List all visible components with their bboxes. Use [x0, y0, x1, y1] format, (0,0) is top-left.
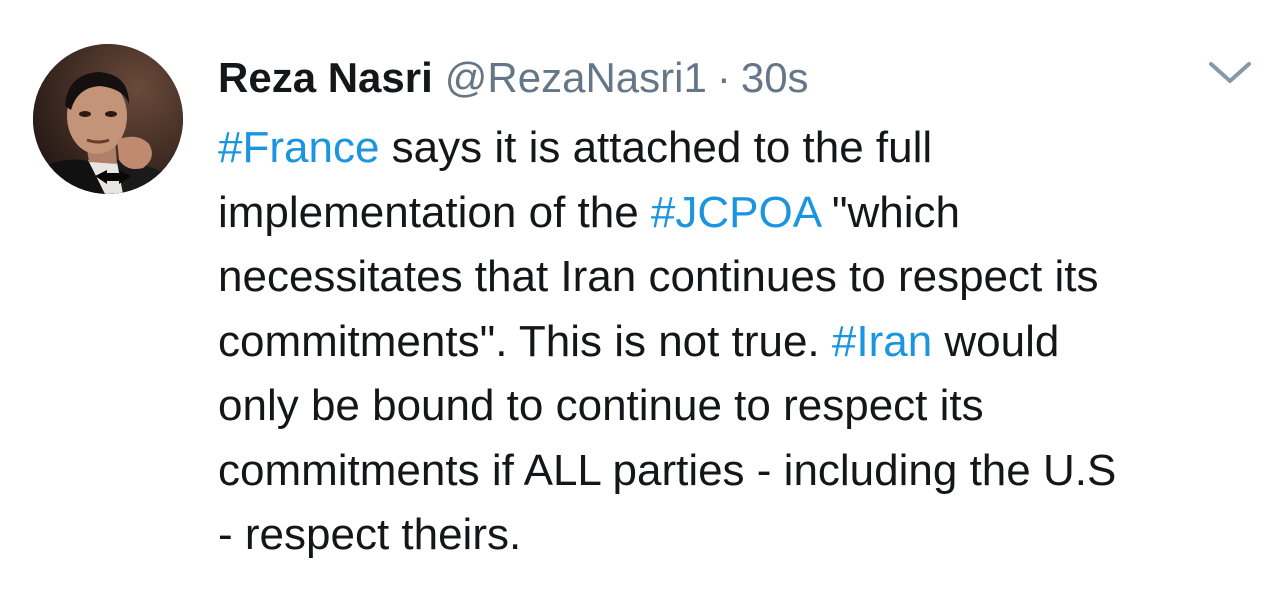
author-name[interactable]: Reza Nasri: [218, 52, 433, 104]
tweet-text-segment: "which: [819, 187, 961, 237]
tweet-text-line: implementation of the #JCPOA "which: [218, 181, 1268, 246]
hashtag-link[interactable]: #JCPOA: [651, 188, 820, 237]
avatar-photo-icon: [33, 44, 183, 194]
tweet-text-segment: commitments if ALL parties - including t…: [218, 445, 1117, 495]
tweet-text-line: commitments if ALL parties - including t…: [218, 439, 1268, 504]
tweet-text-line: - respect theirs.: [218, 503, 1268, 568]
tweet-text: #France says it is attached to the full i…: [218, 116, 1268, 568]
tweet-text-line: only be bound to continue to respect its: [218, 374, 1268, 439]
tweet-text-segment: implementation of the: [218, 187, 651, 237]
tweet-text-segment: says it is attached to the full: [379, 123, 933, 172]
author-avatar[interactable]: [33, 44, 183, 194]
tweet-text-line: #France says it is attached to the full: [218, 116, 1268, 181]
header-separator: ·: [716, 54, 731, 101]
tweet-text-segment: commitments". This is not true.: [218, 316, 832, 366]
tweet-text-line: necessitates that Iran continues to resp…: [218, 245, 1268, 310]
tweet-text-segment: would: [932, 316, 1060, 366]
tweet-menu-button[interactable]: [1205, 54, 1255, 90]
tweet-text-segment: necessitates that Iran continues to resp…: [218, 252, 1099, 301]
tweet-text-segment: only be bound to continue to respect its: [218, 381, 984, 430]
tweet-text-line: commitments". This is not true. #Iran wo…: [218, 310, 1268, 375]
chevron-down-icon: [1209, 62, 1251, 83]
tweet-header: Reza Nasri @RezaNasri1 · 30s: [218, 52, 809, 104]
tweet[interactable]: Reza Nasri @RezaNasri1 · 30s #France say…: [0, 0, 1280, 602]
hashtag-link[interactable]: #France: [218, 123, 379, 172]
tweet-text-segment: - respect theirs.: [218, 510, 522, 559]
hashtag-link[interactable]: #Iran: [832, 317, 932, 366]
author-handle[interactable]: @RezaNasri1: [445, 52, 707, 104]
tweet-timestamp[interactable]: 30s: [741, 52, 809, 104]
